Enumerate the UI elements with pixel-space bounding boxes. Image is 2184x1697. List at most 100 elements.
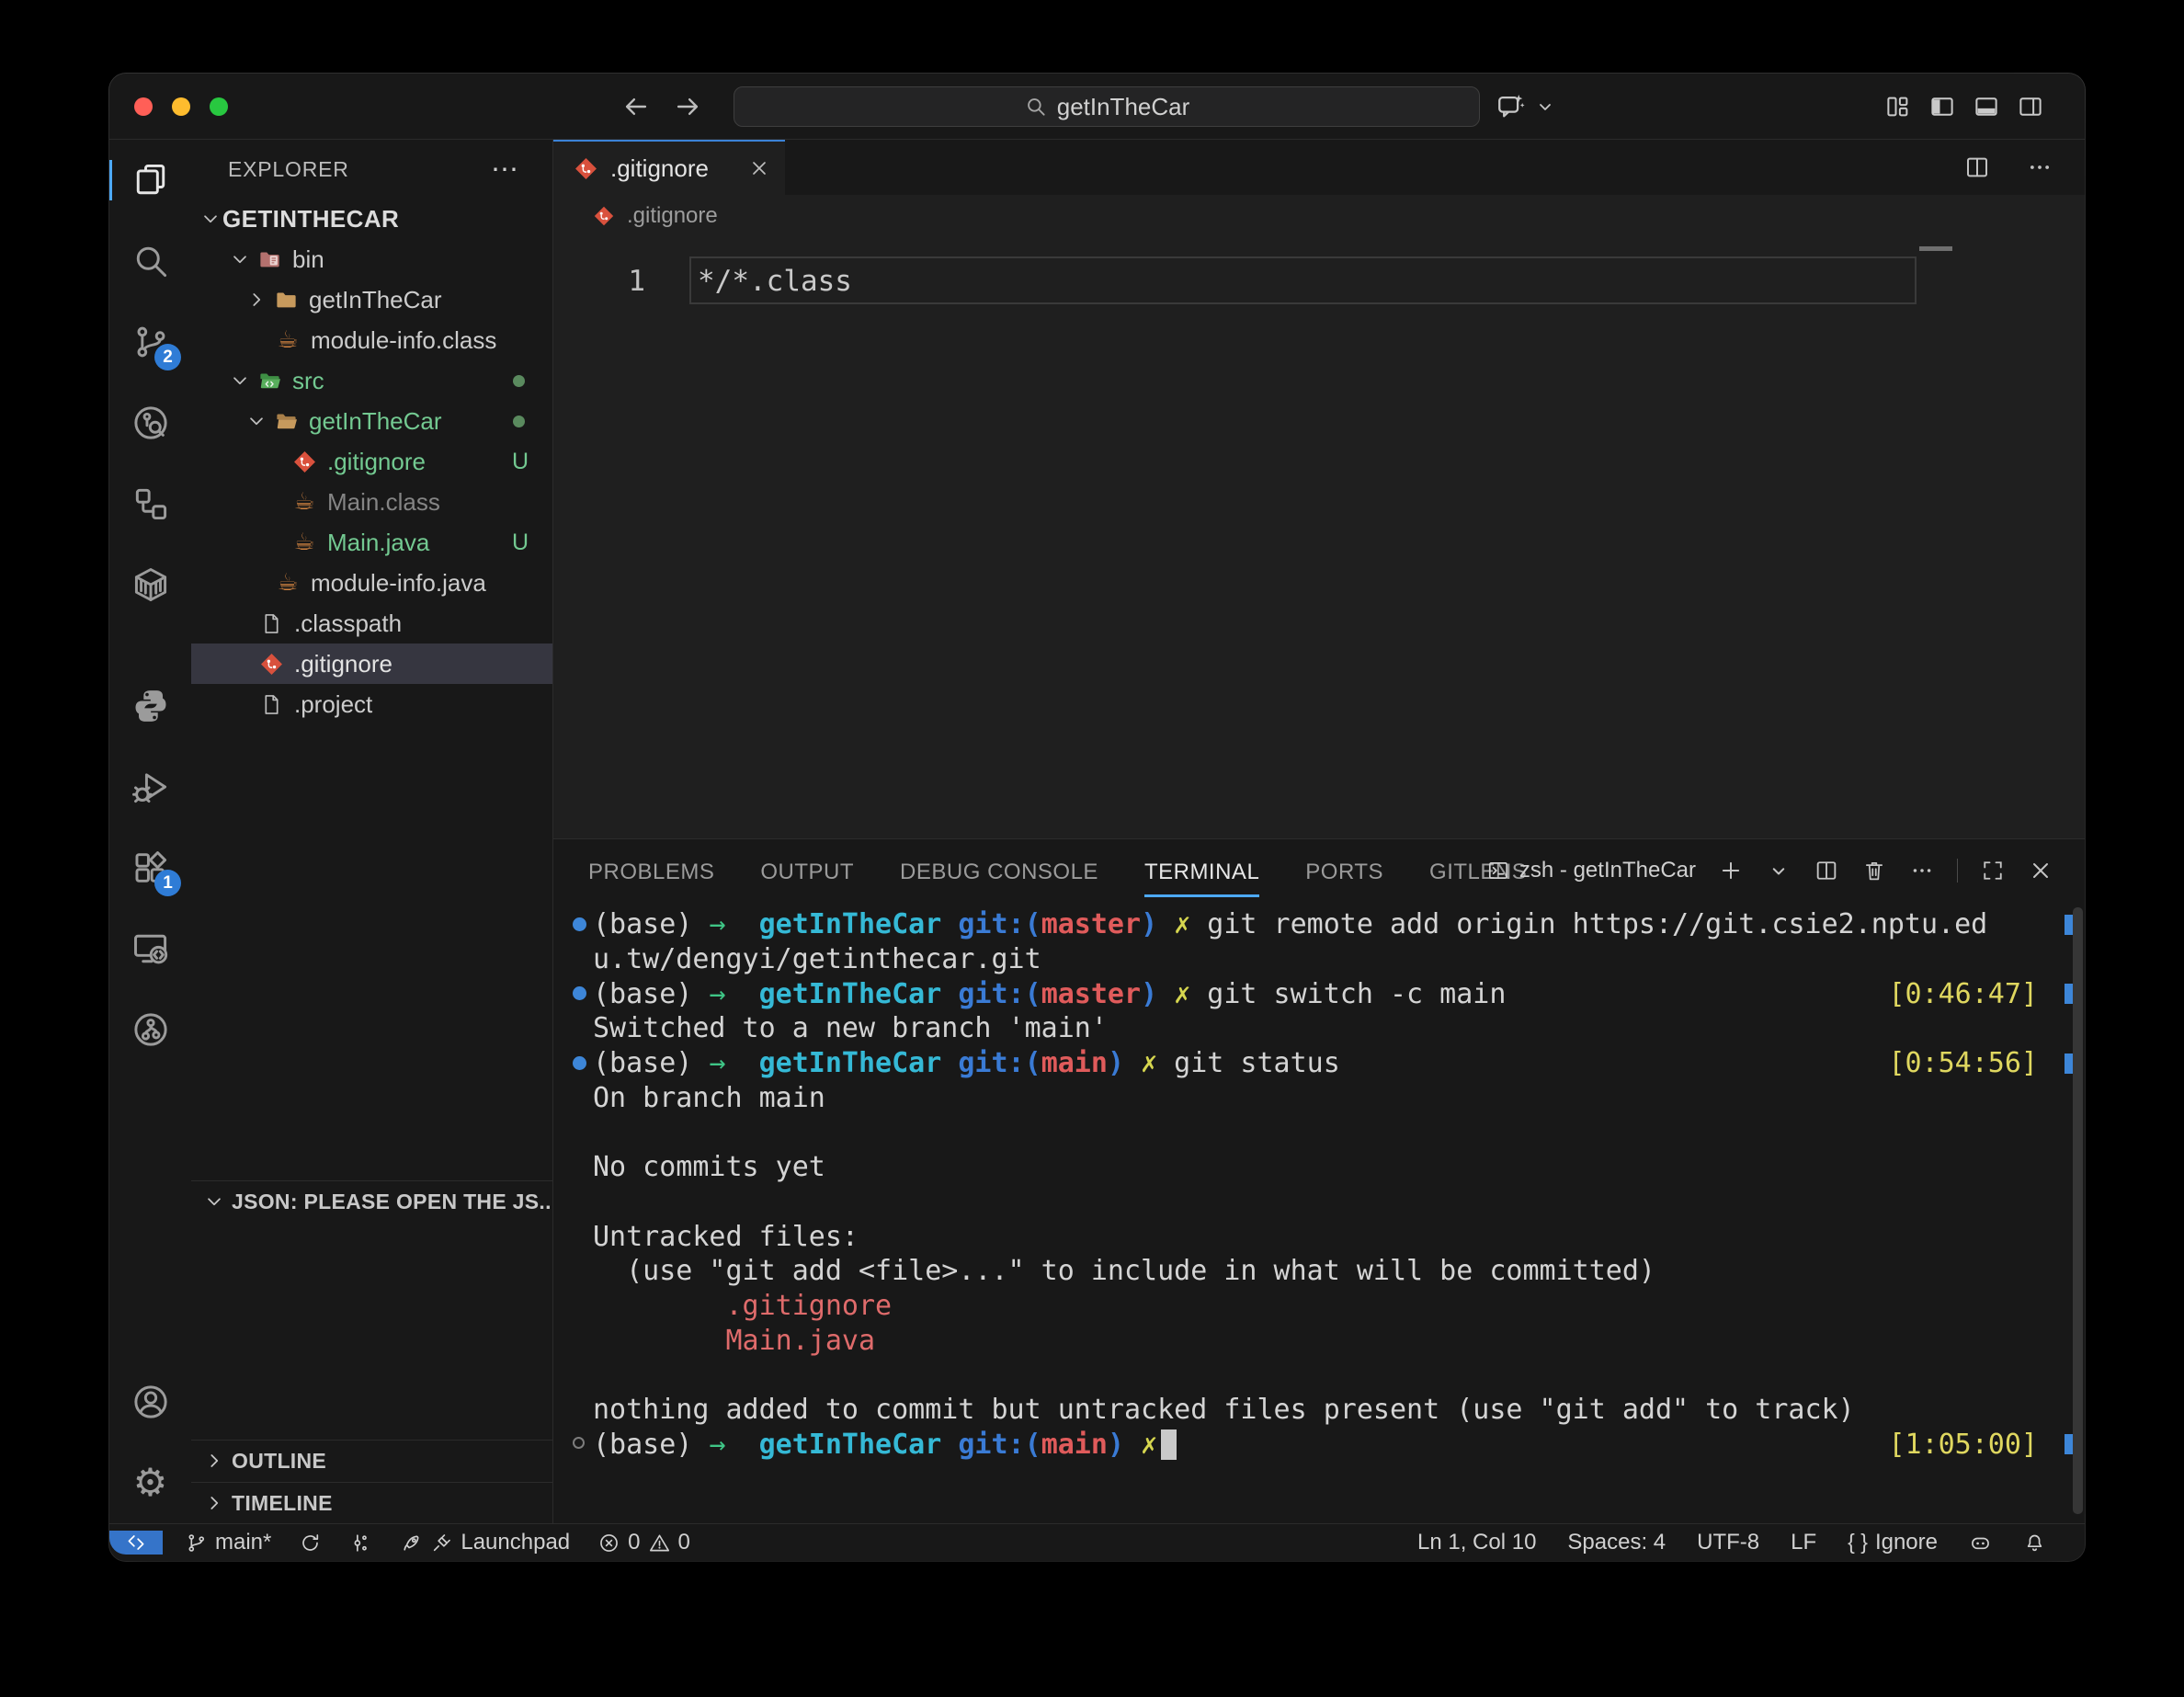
activity-item-git-graph[interactable] xyxy=(109,989,191,1070)
tree-item--gitignore[interactable]: .gitignoreU xyxy=(191,441,552,482)
status-item-notifications[interactable] xyxy=(2023,1532,2046,1555)
tree-item-getinthecar[interactable]: getInTheCar xyxy=(191,401,552,441)
tree-item-bin[interactable]: bin xyxy=(191,239,552,279)
command-decoration-dot[interactable] xyxy=(573,1056,586,1070)
activity-item-containers[interactable] xyxy=(109,544,191,625)
file-icon xyxy=(257,690,285,718)
tree-item-module-info-java[interactable]: ☕module-info.java xyxy=(191,563,552,603)
breadcrumb-item[interactable]: .gitignore xyxy=(627,203,718,229)
terminal-line: Switched to a new branch 'main' xyxy=(553,1011,2085,1046)
activity-item-remote-explorer[interactable] xyxy=(109,908,191,989)
kill-terminal-icon[interactable] xyxy=(1861,858,1887,883)
tree-item-src[interactable]: src xyxy=(191,360,552,401)
command-decoration-dot[interactable] xyxy=(573,917,586,931)
activity-item-python[interactable] xyxy=(109,666,191,746)
remote-explorer-icon xyxy=(131,928,171,969)
terminal-content[interactable]: (base) → getInTheCar git:(master) ✗ git … xyxy=(553,902,2085,1523)
activity-item-run-debug[interactable] xyxy=(109,746,191,827)
toggle-panel-icon[interactable] xyxy=(1973,93,2000,120)
activity-item-extensions[interactable]: 1 xyxy=(109,827,191,908)
customize-layout-icon[interactable] xyxy=(1884,93,1912,120)
panel-tab-terminal[interactable]: TERMINAL xyxy=(1144,845,1259,897)
terminal-dropdown-icon[interactable] xyxy=(1766,858,1792,883)
command-decoration-dot[interactable] xyxy=(573,1437,585,1449)
tree-item--gitignore[interactable]: .gitignore xyxy=(191,643,552,684)
panel-tab-debug-console[interactable]: DEBUG CONSOLE xyxy=(900,845,1098,897)
status-item-sync-changes[interactable] xyxy=(299,1532,322,1555)
traffic-close-button[interactable] xyxy=(134,97,153,116)
status-item-encoding[interactable]: UTF-8 xyxy=(1697,1530,1759,1555)
vscode-window: getInTheCar 21⚙ EXPLORER xyxy=(109,74,2085,1561)
status-item-git-branch[interactable]: main* xyxy=(185,1530,271,1555)
bell-icon xyxy=(2023,1532,2046,1555)
forward-arrow-icon[interactable] xyxy=(672,91,703,122)
traffic-minimize-button[interactable] xyxy=(172,97,190,116)
status-item-language-mode[interactable]: { }Ignore xyxy=(1848,1530,1938,1555)
tree-item-main-class[interactable]: ☕Main.class xyxy=(191,482,552,522)
toggle-sidebar-icon[interactable] xyxy=(1928,93,1956,120)
activity-item-search[interactable] xyxy=(109,221,191,302)
status-item-cursor-position[interactable]: Ln 1, Col 10 xyxy=(1417,1530,1536,1555)
terminal-text: (base) → getInTheCar git:(main) ✗ xyxy=(593,1429,1157,1461)
branch-icon xyxy=(185,1532,208,1555)
terminal-line: (base) → getInTheCar git:(main) ✗[1:05:0… xyxy=(553,1427,2085,1462)
editor-code-area[interactable]: 1 */*.class xyxy=(553,237,2085,838)
prompt-timestamp: [0:46:47] xyxy=(1888,978,2038,1010)
section-json-please-open-the-js-[interactable]: JSON: PLEASE OPEN THE JS... xyxy=(191,1180,552,1222)
status-item-remote-indicator[interactable] xyxy=(109,1531,163,1555)
search-value: getInTheCar xyxy=(1057,93,1190,121)
tree-item-label: .classpath xyxy=(294,609,402,638)
status-item-eol[interactable]: LF xyxy=(1791,1530,1816,1555)
overview-ruler-mark xyxy=(2065,1434,2073,1454)
chevron-down-icon xyxy=(228,369,252,393)
status-item-commit-graph[interactable] xyxy=(349,1532,372,1555)
overview-ruler-mark xyxy=(2065,984,2073,1004)
maximize-panel-icon[interactable] xyxy=(1980,858,2006,883)
tab-label: .gitignore xyxy=(610,154,709,183)
split-terminal-icon[interactable] xyxy=(1814,858,1839,883)
tab-gitignore[interactable]: .gitignore xyxy=(553,140,785,195)
tree-item-getinthecar[interactable]: getInTheCar xyxy=(191,279,552,320)
status-item-copilot[interactable] xyxy=(1969,1532,1992,1555)
sync-icon xyxy=(299,1532,322,1555)
activity-item-explorer[interactable] xyxy=(109,140,191,221)
tree-item--classpath[interactable]: .classpath xyxy=(191,603,552,643)
status-item-problems[interactable]: 00 xyxy=(597,1530,690,1555)
split-editor-icon[interactable] xyxy=(1963,154,1991,181)
chevron-down-icon[interactable] xyxy=(1534,96,1556,118)
close-icon[interactable] xyxy=(748,157,770,179)
activity-item-gitlens[interactable] xyxy=(109,382,191,463)
command-center-search[interactable]: getInTheCar xyxy=(734,86,1480,127)
more-actions-icon[interactable] xyxy=(1909,858,1935,883)
tree-item--project[interactable]: .project xyxy=(191,684,552,724)
more-actions-icon[interactable] xyxy=(2026,154,2053,181)
section-timeline[interactable]: TIMELINE xyxy=(191,1482,552,1523)
title-bar: getInTheCar xyxy=(109,74,2085,140)
panel-tab-ports[interactable]: PORTS xyxy=(1305,845,1383,897)
copilot-chat-icon[interactable] xyxy=(1496,91,1527,122)
panel-tab-problems[interactable]: PROBLEMS xyxy=(588,845,714,897)
status-item-indentation[interactable]: Spaces: 4 xyxy=(1567,1530,1666,1555)
tree-item-module-info-class[interactable]: ☕module-info.class xyxy=(191,320,552,360)
tree-item-main-java[interactable]: ☕Main.javaU xyxy=(191,522,552,563)
new-terminal-icon[interactable] xyxy=(1718,858,1744,883)
prompt-timestamp: [0:54:56] xyxy=(1888,1047,2038,1079)
tree-item-getinthecar[interactable]: GETINTHECAR xyxy=(191,199,552,239)
terminal-instance[interactable]: zsh - getInTheCar xyxy=(1486,858,1696,883)
close-panel-icon[interactable] xyxy=(2028,858,2053,883)
status-item-launchpad[interactable]: Launchpad xyxy=(400,1530,570,1555)
panel-tab-output[interactable]: OUTPUT xyxy=(760,845,854,897)
activity-item-accounts[interactable] xyxy=(109,1361,191,1442)
breadcrumb[interactable]: .gitignore xyxy=(553,195,2085,237)
toggle-secondary-sidebar-icon[interactable] xyxy=(2017,93,2044,120)
traffic-zoom-button[interactable] xyxy=(210,97,228,116)
back-arrow-icon[interactable] xyxy=(620,91,652,122)
badge: 1 xyxy=(154,870,181,896)
containers-icon xyxy=(131,564,171,605)
activity-item-source-control[interactable]: 2 xyxy=(109,302,191,382)
activity-item-settings[interactable]: ⚙ xyxy=(109,1442,191,1523)
activity-item-symbols[interactable] xyxy=(109,463,191,544)
more-actions-icon[interactable]: ⋯ xyxy=(491,154,521,186)
section-outline[interactable]: OUTLINE xyxy=(191,1440,552,1481)
command-decoration-dot[interactable] xyxy=(573,986,586,1000)
